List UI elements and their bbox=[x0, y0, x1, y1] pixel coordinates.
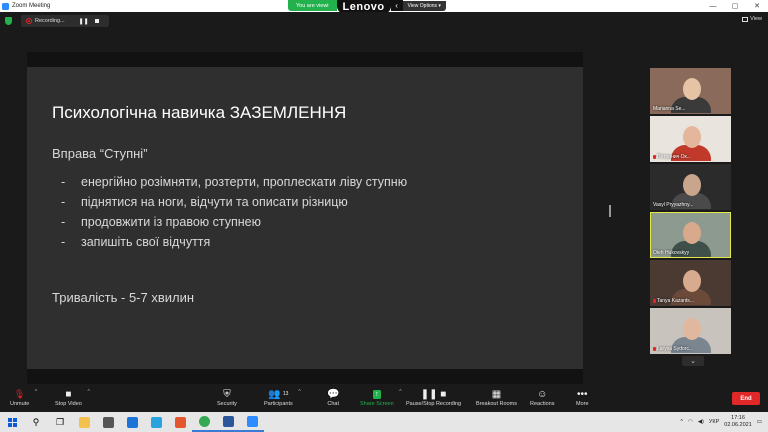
windows-taskbar: ⚲ ❐ ^ ◠ ◀) УКР 17:16 02.06.2021 ▭ bbox=[0, 412, 768, 432]
participant-name: Oleh Hukovskyy bbox=[653, 250, 690, 256]
chat-button[interactable]: 💬 Chat bbox=[327, 387, 340, 408]
encryption-shield-icon[interactable] bbox=[5, 17, 12, 25]
chevron-left-icon[interactable]: ‹ bbox=[390, 0, 403, 11]
stop-video-button[interactable]: ■ Stop Video ^ bbox=[55, 387, 90, 408]
store-icon[interactable] bbox=[96, 412, 120, 432]
recording-indicator: Recording... ❚❚ bbox=[21, 15, 109, 27]
pause-stop-recording-button[interactable]: ❚❚ ■ Pause/Stop Recording bbox=[406, 387, 461, 408]
grid-view-icon bbox=[742, 16, 749, 22]
start-button[interactable] bbox=[0, 412, 24, 432]
participant-face bbox=[683, 174, 701, 196]
panel-resize-handle[interactable] bbox=[609, 205, 611, 217]
participants-icon: 👥 13 bbox=[268, 388, 289, 400]
slide-subtitle: Вправа “Ступні” bbox=[52, 146, 148, 161]
participant-tile[interactable]: Vasyl Pryyazhny... bbox=[650, 164, 731, 210]
stop-icon[interactable] bbox=[94, 19, 99, 23]
slide-title: Психологічна навичка ЗАЗЕМЛЕННЯ bbox=[52, 103, 347, 122]
volume-icon[interactable]: ◀) bbox=[698, 419, 704, 425]
participant-gallery: Marianna Se... Петринич Ок... Vasyl Pryyaz… bbox=[650, 68, 731, 366]
recording-label: Recording... bbox=[35, 18, 65, 24]
view-button[interactable]: View bbox=[742, 16, 762, 22]
chevron-up-icon[interactable]: ^ bbox=[680, 419, 683, 425]
task-view-icon[interactable]: ❐ bbox=[48, 412, 72, 432]
chat-bubble-icon: 💬 bbox=[327, 388, 340, 400]
video-camera-icon: ■ bbox=[65, 388, 72, 400]
chevron-up-icon[interactable]: ^ bbox=[399, 389, 401, 395]
wifi-icon[interactable]: ◠ bbox=[688, 419, 693, 425]
chrome-icon[interactable] bbox=[192, 412, 216, 432]
maximize-button[interactable]: ▢ bbox=[724, 0, 746, 12]
notifications-icon[interactable]: ▭ bbox=[757, 419, 762, 425]
unmute-button[interactable]: 🎙 Unmute ^ bbox=[10, 387, 37, 408]
participant-tile[interactable]: Петринич Ок... bbox=[650, 116, 731, 162]
search-icon[interactable]: ⚲ bbox=[24, 412, 48, 432]
pause-icon[interactable]: ❚❚ bbox=[79, 18, 89, 25]
participant-face bbox=[683, 126, 701, 148]
record-icon bbox=[26, 18, 32, 24]
minimize-button[interactable]: — bbox=[702, 0, 724, 12]
participant-face bbox=[683, 222, 701, 244]
breakout-rooms-icon: ▦ bbox=[491, 388, 502, 400]
meeting-toolbar: 🎙 Unmute ^ ■ Stop Video ^ ⛨ Security 👥 13… bbox=[0, 384, 768, 412]
participant-name: Петринич Ок... bbox=[653, 154, 691, 160]
security-button[interactable]: ⛨ Security bbox=[217, 387, 237, 408]
participants-button[interactable]: 👥 13 Participants ^ bbox=[264, 387, 301, 408]
lenovo-vantage-icon[interactable] bbox=[144, 412, 168, 432]
bullet-item: - запишіть свої відчуття bbox=[61, 235, 211, 249]
bullet-item: - продовжити із правою ступнею bbox=[61, 215, 261, 229]
language-indicator[interactable]: УКР bbox=[709, 419, 719, 425]
participant-tile[interactable]: Tanya Kazants... bbox=[650, 260, 731, 306]
reactions-button[interactable]: ☺ Reactions bbox=[530, 387, 554, 408]
share-screen-icon: ↑ bbox=[373, 389, 381, 399]
zoom-logo-icon bbox=[2, 2, 9, 10]
participant-tile[interactable]: Larysa Sydorc... bbox=[650, 308, 731, 354]
ellipsis-icon: ••• bbox=[577, 388, 588, 400]
slide-duration: Тривалість - 5-7 хвилин bbox=[52, 290, 195, 305]
meeting-area: Recording... ❚❚ View Психологічна навичк… bbox=[0, 12, 768, 384]
zoom-icon[interactable] bbox=[240, 412, 264, 432]
file-explorer-icon[interactable] bbox=[72, 412, 96, 432]
clock[interactable]: 17:16 02.06.2021 bbox=[724, 415, 752, 429]
window-controls: — ▢ ✕ bbox=[702, 0, 768, 12]
chevron-up-icon[interactable]: ^ bbox=[87, 389, 89, 395]
shield-icon: ⛨ bbox=[223, 388, 231, 400]
participant-face bbox=[683, 78, 701, 100]
bullet-item: - піднятися на ноги, відчути та описати р… bbox=[61, 195, 348, 209]
participant-tile[interactable]: Marianna Se... bbox=[650, 68, 731, 114]
muted-microphone-icon bbox=[653, 299, 656, 303]
participant-tile[interactable]: Oleh Hukovskyy bbox=[650, 212, 731, 258]
muted-microphone-icon bbox=[653, 347, 656, 351]
gallery-next-page-button[interactable]: ⌄ bbox=[682, 356, 704, 366]
muted-microphone-icon bbox=[653, 155, 656, 159]
participant-name: Marianna Se... bbox=[653, 106, 686, 112]
screen-share-banner: You are viewi Lenovo ‹ View Options ▾ bbox=[288, 0, 446, 14]
view-options-button[interactable]: View Options ▾ bbox=[402, 0, 446, 11]
window-title: Zoom Meeting bbox=[12, 3, 51, 9]
shared-screen-slide: Психологічна навичка ЗАЗЕМЛЕННЯ Вправа “… bbox=[27, 52, 583, 384]
end-meeting-button[interactable]: End bbox=[732, 392, 760, 405]
system-tray: ^ ◠ ◀) УКР 17:16 02.06.2021 ▭ bbox=[680, 412, 762, 432]
mail-icon[interactable] bbox=[120, 412, 144, 432]
participant-name: Vasyl Pryyazhny... bbox=[653, 202, 694, 208]
word-icon[interactable] bbox=[216, 412, 240, 432]
participants-count: 13 bbox=[282, 391, 289, 397]
participant-name: Tanya Kazants... bbox=[653, 298, 694, 304]
participant-face bbox=[683, 270, 701, 292]
participant-name: Larysa Sydorc... bbox=[653, 346, 693, 352]
participant-face bbox=[683, 318, 701, 340]
slide-bullet-list: - енергійно розімняти, розтерти, проплеск… bbox=[61, 175, 407, 255]
more-button[interactable]: ••• More bbox=[576, 387, 589, 408]
bullet-item: - енергійно розімняти, розтерти, проплеск… bbox=[61, 175, 408, 189]
viewing-status: You are viewi bbox=[288, 0, 337, 11]
muted-microphone-icon: 🎙 bbox=[13, 388, 26, 399]
smiley-add-icon: ☺ bbox=[537, 388, 548, 400]
share-screen-button[interactable]: ↑ Share Screen ^ bbox=[360, 387, 402, 407]
pause-stop-icon: ❚❚ ■ bbox=[420, 388, 447, 400]
office-icon[interactable] bbox=[168, 412, 192, 432]
chevron-up-icon[interactable]: ^ bbox=[298, 389, 300, 395]
breakout-rooms-button[interactable]: ▦ Breakout Rooms bbox=[476, 387, 517, 408]
close-window-button[interactable]: ✕ bbox=[746, 0, 768, 12]
chevron-up-icon[interactable]: ^ bbox=[35, 389, 37, 395]
windows-logo-icon bbox=[7, 417, 17, 427]
